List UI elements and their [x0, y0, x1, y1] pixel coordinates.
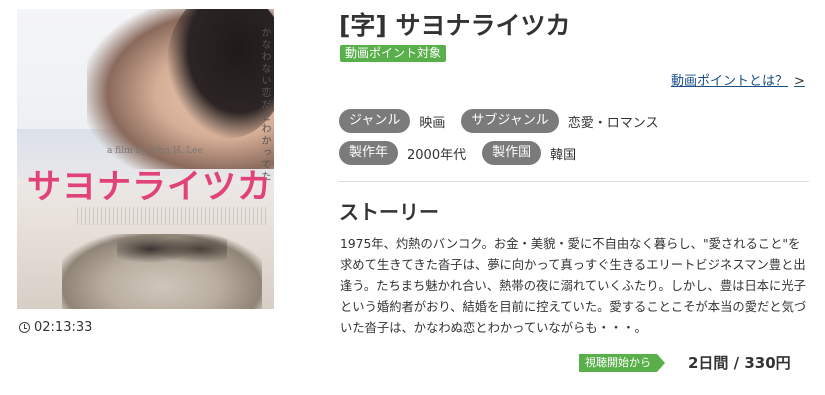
movie-poster[interactable]: かなわない恋だとわかってた a film by John H. Lee サヨナラ…	[17, 9, 274, 309]
poster-title: サヨナライツカ	[27, 167, 272, 207]
poster-cast-text	[77, 207, 267, 225]
poster-credit: a film by John H. Lee	[107, 146, 203, 156]
poster-people-image	[117, 224, 227, 274]
country-value: 韓国	[550, 147, 577, 163]
year-label: 製作年	[339, 141, 399, 165]
story-text: 1975年、灼熱のバンコク。お金・美貌・愛に不自由なく暮らし、"愛されること"を…	[340, 237, 807, 335]
country-label: 製作国	[482, 141, 542, 165]
point-info-link-label[interactable]: 動画ポイントとは？	[671, 74, 788, 89]
duration: 02:13:33	[19, 320, 92, 335]
point-eligible-badge: 動画ポイント対象	[340, 45, 447, 62]
meta-row-genre: ジャンル 映画 サブジャンル 恋愛・ロマンス	[339, 109, 674, 133]
clock-icon	[19, 322, 30, 333]
page-title: [字] サヨナライツカ	[339, 11, 571, 40]
year-value: 2000年代	[407, 147, 467, 163]
genre-label: ジャンル	[339, 109, 411, 133]
subgenre-label: サブジャンル	[461, 109, 559, 133]
subgenre-value: 恋愛・ロマンス	[567, 115, 659, 131]
genre-value: 映画	[419, 115, 446, 131]
divider	[339, 181, 809, 182]
meta-row-production: 製作年 2000年代 製作国 韓国	[339, 141, 592, 165]
point-info-link[interactable]: 動画ポイントとは？ >	[671, 70, 805, 89]
duration-text: 02:13:33	[34, 320, 93, 335]
viewing-start-badge: 視聴開始から	[579, 354, 665, 372]
chevron-right-icon[interactable]: >	[794, 74, 805, 89]
rental-price: 2日間 / 330円	[688, 354, 791, 372]
story-heading: ストーリー	[339, 200, 439, 224]
